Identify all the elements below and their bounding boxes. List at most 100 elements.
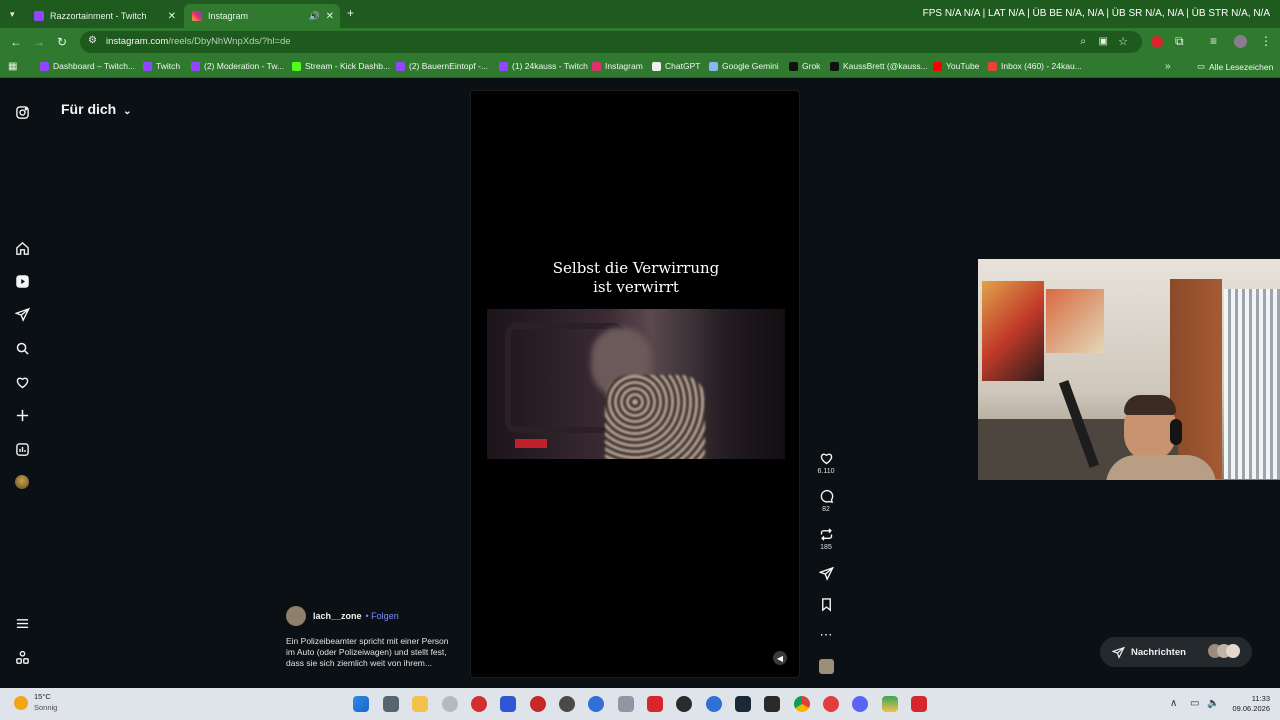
bookmark-item[interactable]: YouTube xyxy=(933,61,979,71)
extensions-icon[interactable]: ⧉ xyxy=(1175,35,1184,47)
home-icon[interactable] xyxy=(13,239,31,257)
instagram-icon xyxy=(192,11,202,21)
back-icon[interactable]: ← xyxy=(10,36,22,48)
share-button[interactable] xyxy=(813,566,839,581)
kick-icon xyxy=(292,61,301,71)
bookmark-item[interactable]: ChatGPT xyxy=(652,61,700,71)
messages-button[interactable]: Nachrichten xyxy=(1100,637,1252,667)
close-tab-icon[interactable]: ✕ xyxy=(326,11,334,22)
app-icon-blue-circle[interactable] xyxy=(706,696,722,712)
mute-toggle-icon[interactable]: ◀ xyxy=(773,651,787,665)
reload-icon[interactable]: ↻ xyxy=(57,36,67,48)
bookmark-item[interactable]: Stream - Kick Dashb... xyxy=(292,61,390,71)
bookmark-item[interactable]: (2) BauernEintopf -... xyxy=(396,61,488,71)
feed-title-label: Für dich xyxy=(61,101,117,117)
mouse-app-icon[interactable] xyxy=(442,696,458,712)
tab-twitch[interactable]: Razzortainment - Twitch ✕ xyxy=(26,4,182,28)
bookmark-item[interactable]: (1) 24kauss - Twitch xyxy=(499,61,588,71)
save-button[interactable] xyxy=(813,597,839,612)
reels-icon[interactable] xyxy=(13,272,31,290)
dashboard-chart-icon[interactable] xyxy=(13,440,31,458)
browser-menu-icon[interactable]: ⋮ xyxy=(1260,35,1272,47)
calculator-icon[interactable] xyxy=(383,696,399,712)
search-icon[interactable] xyxy=(13,339,31,357)
bookmark-item[interactable]: KaussBrett (@kauss... xyxy=(830,61,928,71)
reel-description[interactable]: Ein Polizeibeamter spricht mit einer Per… xyxy=(286,636,456,669)
bookmark-item[interactable]: Twitch xyxy=(143,61,180,71)
create-plus-icon[interactable] xyxy=(13,406,31,424)
steam-icon[interactable] xyxy=(735,696,751,712)
cast-icon[interactable]: ▣ xyxy=(1099,36,1108,47)
bookmark-item[interactable]: Instagram xyxy=(592,61,643,71)
network-icon[interactable]: ▭ xyxy=(1190,698,1199,710)
tray-chevron-icon[interactable]: ∧ xyxy=(1170,698,1177,710)
file-explorer-icon[interactable] xyxy=(412,696,428,712)
address-bar[interactable]: ⚙ instagram.com/reels/DbyNhWnpXds/?hl=de… xyxy=(80,31,1142,53)
tab-label: Razzortainment - Twitch xyxy=(50,11,147,21)
more-bookmarks-icon[interactable]: » xyxy=(1165,61,1171,73)
tab-label: Instagram xyxy=(208,11,249,21)
app-icon-stack[interactable] xyxy=(882,696,898,712)
extension-abp-icon[interactable] xyxy=(1151,36,1163,48)
reel-author[interactable]: lach__zone • Folgen xyxy=(286,606,399,626)
zoom-icon[interactable]: ⌕ xyxy=(1080,36,1086,47)
windows-start-icon[interactable] xyxy=(353,696,369,712)
forward-icon[interactable]: → xyxy=(33,36,45,48)
app-icon-red-square[interactable] xyxy=(647,696,663,712)
profile-avatar[interactable] xyxy=(13,473,31,491)
more-menu-icon[interactable] xyxy=(13,614,31,632)
repost-count: 185 xyxy=(820,544,832,551)
profile-avatar[interactable] xyxy=(1234,35,1247,48)
bookmark-item[interactable]: (2) Moderation - Tw... xyxy=(191,61,284,71)
browser-toolbar: ← → ↻ ⚙ instagram.com/reels/DbyNhWnpXds/… xyxy=(0,28,1280,56)
app-icon-blue[interactable] xyxy=(588,696,604,712)
bookmark-label: Twitch xyxy=(156,61,181,71)
tab-list-chevron-icon[interactable]: ▾ xyxy=(10,8,15,20)
opera-icon[interactable] xyxy=(823,696,839,712)
bookmark-star-icon[interactable]: ☆ xyxy=(1118,35,1128,48)
bookmark-item[interactable]: Google Gemini xyxy=(709,61,779,71)
all-bookmarks-folder[interactable]: ▭ Alle Lesezeichen xyxy=(1197,61,1273,72)
author-avatar[interactable] xyxy=(286,606,306,626)
tab-instagram[interactable]: Instagram 🔊 ✕ xyxy=(184,4,340,28)
repost-button[interactable]: 185 xyxy=(813,527,839,551)
media-control-icon[interactable]: ≡ xyxy=(1210,35,1217,47)
epic-games-icon[interactable] xyxy=(764,696,780,712)
app-icon-target[interactable] xyxy=(559,696,575,712)
comment-button[interactable]: 82 xyxy=(813,489,839,513)
app-icon-pinwheel[interactable] xyxy=(618,696,634,712)
new-tab-icon[interactable]: + xyxy=(347,7,354,19)
follow-button[interactable]: • Folgen xyxy=(366,611,399,621)
reel-video-player[interactable]: Selbst die Verwirrung ist verwirrt ◀ xyxy=(470,90,800,678)
bookmark-item[interactable]: Dashboard – Twitch... xyxy=(40,61,135,71)
volume-icon[interactable]: 🔈 xyxy=(1207,698,1219,710)
system-clock[interactable]: 11:33 09.06.2026 xyxy=(1232,694,1270,714)
bookmark-label: (1) 24kauss - Twitch xyxy=(512,61,588,71)
close-tab-icon[interactable]: ✕ xyxy=(168,11,176,22)
reel-caption-overlay: Selbst die Verwirrung ist verwirrt xyxy=(471,259,801,297)
instagram-logo-icon[interactable] xyxy=(13,103,31,121)
discord-icon[interactable] xyxy=(852,696,868,712)
site-info-icon[interactable]: ⚙ xyxy=(88,35,97,46)
feed-title-dropdown[interactable]: Für dich ⌄ xyxy=(61,101,132,117)
like-button[interactable]: 6.110 xyxy=(813,451,839,475)
weather-widget[interactable]: 15°C Sonnig xyxy=(14,692,57,712)
app-icon-red[interactable] xyxy=(471,696,487,712)
v-app-icon[interactable] xyxy=(500,696,516,712)
author-username[interactable]: lach__zone xyxy=(313,611,362,621)
meta-apps-icon[interactable] xyxy=(13,648,31,666)
app-icon-red-circle[interactable] xyxy=(530,696,546,712)
bookmark-item[interactable]: Grok xyxy=(789,61,820,71)
audio-thumbnail[interactable] xyxy=(813,659,839,674)
bookmark-item[interactable]: Inbox (460) - 24kau... xyxy=(988,61,1082,71)
direct-messages-icon[interactable] xyxy=(13,305,31,323)
chrome-icon[interactable] xyxy=(794,696,810,712)
more-options-icon[interactable]: ⋯ xyxy=(813,627,839,643)
notifications-heart-icon[interactable] xyxy=(13,373,31,391)
app-icon-red-box[interactable] xyxy=(911,696,927,712)
twitch-icon xyxy=(34,11,44,21)
obs-icon[interactable] xyxy=(676,696,692,712)
audio-playing-icon[interactable]: 🔊 xyxy=(309,11,320,22)
apps-grid-icon[interactable]: ▦ xyxy=(8,61,17,73)
anime-poster xyxy=(982,281,1044,381)
